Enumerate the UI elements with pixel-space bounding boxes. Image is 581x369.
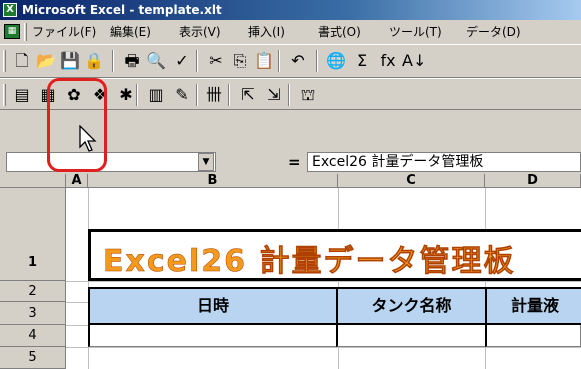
custom-tool-9-icon[interactable]: ⇱ — [236, 84, 260, 106]
menu-file[interactable]: ファイル(F) — [32, 20, 96, 44]
title-bar[interactable]: X Microsoft Excel - template.xlt — [0, 0, 581, 20]
toolbar-separator — [112, 50, 114, 72]
menu-data[interactable]: データ(D) — [466, 20, 521, 44]
custom-tool-11-icon[interactable]: ⛫ — [296, 84, 320, 106]
menu-tools[interactable]: ツール(T) — [389, 20, 442, 44]
excel-app-icon[interactable]: X — [3, 3, 17, 17]
paste-icon[interactable]: 📋 — [252, 50, 276, 72]
mouse-pointer-icon — [79, 125, 97, 152]
formula-equals-sign[interactable]: = — [288, 150, 301, 174]
row-header-5[interactable]: 5 — [0, 347, 66, 369]
header-cell-measured-liquid[interactable]: 計量液 — [485, 287, 581, 325]
toolbar-separator — [278, 50, 280, 72]
cell-b4[interactable] — [88, 325, 338, 347]
toolbar-separator — [316, 50, 318, 72]
row-header-3[interactable]: 3 — [0, 302, 66, 325]
row-header-1[interactable]: 1 — [0, 188, 66, 281]
name-box[interactable] — [6, 152, 216, 172]
header-cell-datetime[interactable]: 日時 — [88, 287, 338, 325]
print-preview-icon[interactable]: 🔍 — [144, 50, 168, 72]
custom-tool-8-icon[interactable]: 卌 — [202, 84, 226, 106]
menu-bar: ▦ ファイル(F) 編集(E) 表示(V) 挿入(I) 書式(O) ツール(T)… — [0, 20, 581, 45]
menu-grip[interactable] — [24, 23, 27, 41]
custom-tool-10-icon[interactable]: ⇲ — [262, 84, 286, 106]
excel-window: X Microsoft Excel - template.xlt ▦ ファイル(… — [0, 0, 581, 369]
toolbar-separator — [136, 84, 138, 106]
column-header-b[interactable]: B — [88, 174, 338, 188]
window-title: Microsoft Excel - template.xlt — [22, 3, 222, 17]
cell-c4[interactable] — [336, 325, 487, 347]
toolbar-grip[interactable] — [3, 84, 6, 106]
undo-icon[interactable]: ↶ — [286, 50, 310, 72]
menu-format[interactable]: 書式(O) — [318, 20, 361, 44]
row-header-2[interactable]: 2 — [0, 281, 66, 302]
open-icon[interactable]: 📂 — [34, 50, 58, 72]
menu-view[interactable]: 表示(V) — [179, 20, 221, 44]
menu-insert[interactable]: 挿入(I) — [248, 20, 285, 44]
gridline — [66, 281, 581, 282]
custom-tool-6-icon[interactable]: ▥ — [144, 84, 168, 106]
row-header-4[interactable]: 4 — [0, 325, 66, 347]
menu-edit[interactable]: 編集(E) — [110, 20, 151, 44]
sort-ascending-icon[interactable]: A↓ — [402, 50, 426, 72]
new-icon[interactable]: 🗋 — [10, 50, 34, 72]
custom-tool-1-icon[interactable]: ▤ — [10, 84, 34, 106]
column-header-c[interactable]: C — [338, 174, 485, 188]
toolbar-separator — [288, 84, 290, 106]
function-icon[interactable]: fx — [376, 50, 400, 72]
toolbar-separator — [228, 84, 230, 106]
save-icon[interactable]: 💾 — [58, 50, 82, 72]
title-cell-b1[interactable]: Excel26 計量データ管理板 — [88, 229, 581, 281]
name-box-dropdown-button[interactable]: ▼ — [198, 153, 214, 171]
column-header-d[interactable]: D — [485, 174, 581, 188]
hyperlink-icon[interactable]: 🌐 — [324, 50, 348, 72]
autosum-icon[interactable]: Σ — [350, 50, 374, 72]
formula-input[interactable]: Excel26 計量データ管理板 — [307, 152, 581, 172]
copy-icon[interactable]: ⎘ — [228, 50, 252, 72]
custom-tool-7-icon[interactable]: ✎ — [170, 84, 194, 106]
custom-tool-5-icon[interactable]: ✱ — [114, 84, 138, 106]
cell-d4[interactable] — [485, 325, 581, 347]
column-header-a[interactable]: A — [66, 174, 88, 188]
gridline — [66, 347, 581, 348]
standard-toolbar: 🗋 📂 💾 🔒 🖶 🔍 ✓ ✂ ⎘ 📋 ↶ 🌐 Σfx A↓ — [0, 44, 581, 78]
header-cell-tank-name[interactable]: タンク名称 — [336, 287, 487, 325]
toolbar-grip[interactable] — [3, 50, 6, 72]
document-icon[interactable]: ▦ — [4, 24, 20, 39]
sheet-title: Excel26 計量データ管理板 — [103, 244, 516, 280]
print-icon[interactable]: 🖶 — [120, 50, 144, 72]
toolbar-separator — [196, 84, 198, 106]
toolbar-separator — [196, 50, 198, 72]
cut-icon[interactable]: ✂ — [204, 50, 228, 72]
permission-icon[interactable]: 🔒 — [82, 50, 106, 72]
select-all-corner[interactable] — [0, 174, 66, 188]
spelling-icon[interactable]: ✓ — [170, 50, 194, 72]
